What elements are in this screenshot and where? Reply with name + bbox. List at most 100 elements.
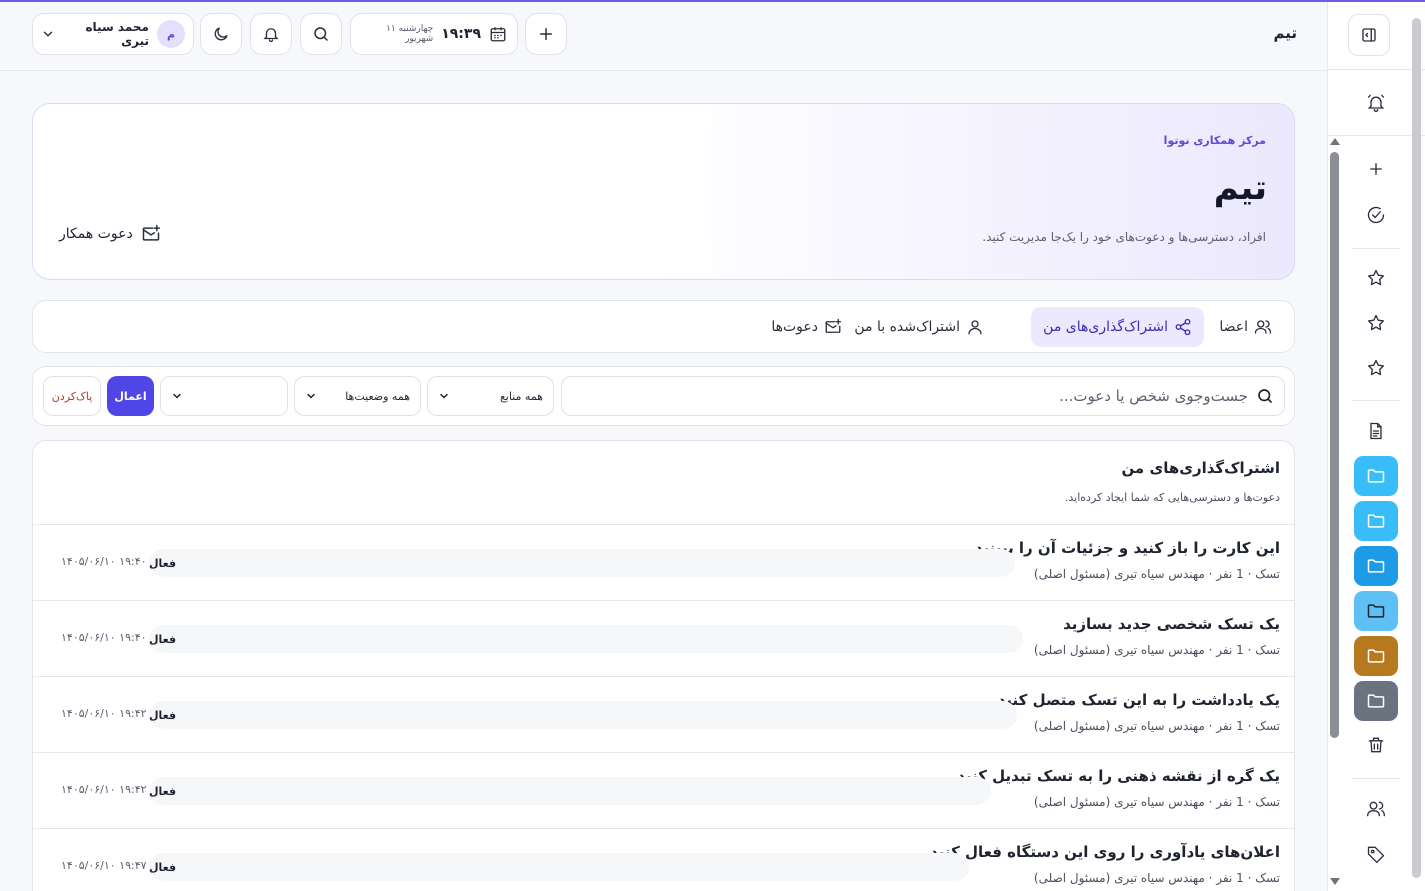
invite-colleague-label: دعوت همکار: [59, 226, 133, 242]
my-shares-list: اشتراک‌گذاری‌های من دعوت‌ها و دسترسی‌های…: [32, 440, 1295, 891]
folder-chip-1[interactable]: [1354, 456, 1398, 496]
top-header: تیم ۱۹:۳۹ چهارشنبه ۱۱ شهریور م محمد سیاه…: [0, 2, 1327, 71]
hero-eyebrow: مرکز همکاری نوتوا: [1163, 134, 1266, 147]
extra-select[interactable]: [160, 376, 288, 416]
share-row[interactable]: یک گره از نقشه ذهنی را به تسک تبدیل کنید…: [33, 753, 1294, 829]
user-menu-button[interactable]: م محمد سیاه تیری: [32, 13, 194, 55]
folder-chip-3[interactable]: [1354, 546, 1398, 586]
status-select[interactable]: همه وضعیت‌ها: [294, 376, 421, 416]
scroll-down-arrow[interactable]: [1330, 878, 1340, 885]
search-input[interactable]: [572, 387, 1248, 405]
bell-icon: [262, 25, 280, 43]
row-date: ۱۴۰۵/۰۶/۱۰ ۱۹:۴۲: [61, 707, 147, 720]
row-date: ۱۴۰۵/۰۶/۱۰ ۱۹:۴۰: [61, 555, 147, 568]
share-row[interactable]: این کارت را باز کنید و جزئیات آن را ببین…: [33, 525, 1294, 601]
status-badge: فعال: [149, 784, 177, 798]
row-status-bar: فعال: [149, 777, 991, 805]
status-badge: فعال: [149, 860, 177, 874]
add-button[interactable]: [525, 13, 567, 55]
share-row[interactable]: یک یادداشت را به این تسک متصل کنید تسک ·…: [33, 677, 1294, 753]
chevron-down-icon: [41, 27, 55, 41]
invite-colleague-button[interactable]: دعوت همکار: [59, 224, 161, 244]
alarm-bell-icon[interactable]: [1355, 82, 1397, 124]
mail-plus-icon: [141, 224, 161, 244]
folder-chip-6[interactable]: [1354, 681, 1398, 721]
tag-icon[interactable]: [1355, 833, 1397, 875]
tab-my-shares[interactable]: اشتراک‌گذاری‌های من: [1031, 307, 1204, 347]
status-badge: فعال: [149, 632, 177, 646]
row-title: این کارت را باز کنید و جزئیات آن را ببین…: [974, 539, 1280, 557]
theme-toggle-button[interactable]: [200, 13, 242, 55]
folder-icon: [1366, 511, 1386, 531]
tab-invitations-label: دعوت‌ها: [771, 319, 818, 335]
avatar: م: [157, 20, 185, 48]
list-subtitle: دعوت‌ها و دسترسی‌هایی که شما ایجاد کرده‌…: [1064, 491, 1280, 504]
list-title: اشتراک‌گذاری‌های من: [1121, 459, 1280, 477]
folder-chip-4[interactable]: [1354, 591, 1398, 631]
folder-chip-2[interactable]: [1354, 501, 1398, 541]
star-icon[interactable]: [1355, 257, 1397, 299]
filter-bar: همه منابع همه وضعیت‌ها اعمال پاک‌کردن: [32, 366, 1295, 426]
list-header: اشتراک‌گذاری‌های من دعوت‌ها و دسترسی‌های…: [33, 441, 1294, 525]
notifications-button[interactable]: [250, 13, 292, 55]
rail-add-icon[interactable]: [1355, 148, 1397, 190]
folder-icon: [1366, 466, 1386, 486]
tab-invitations[interactable]: دعوت‌ها: [759, 307, 854, 347]
rail-divider: [1352, 248, 1400, 249]
share-row[interactable]: یک تسک شخصی جدید بسازید تسک · 1 نفر · مه…: [33, 601, 1294, 677]
trash-icon[interactable]: [1355, 724, 1397, 766]
tab-my-shares-label: اشتراک‌گذاری‌های من: [1043, 319, 1168, 335]
row-meta: تسک · 1 نفر · مهندس سیاه تیری (مسئول اصل…: [1033, 567, 1280, 581]
source-select[interactable]: همه منابع: [427, 376, 554, 416]
calendar-icon: [489, 25, 507, 43]
users-icon[interactable]: [1355, 788, 1397, 830]
check-circle-icon[interactable]: [1355, 194, 1397, 236]
rail-scrollbar[interactable]: [1330, 152, 1339, 738]
team-tabs: اعضا اشتراک‌گذاری‌های من اشتراک‌شده با م…: [32, 300, 1295, 353]
tab-shared-with-me[interactable]: اشتراک‌شده با من: [842, 307, 996, 347]
search-icon: [312, 25, 330, 43]
star-icon[interactable]: [1355, 302, 1397, 344]
document-icon[interactable]: [1355, 410, 1397, 452]
scroll-up-arrow[interactable]: [1330, 138, 1340, 145]
user-name: محمد سیاه تیری: [85, 20, 149, 48]
clock-time: ۱۹:۳۹: [441, 26, 481, 42]
folder-icon: [1366, 556, 1386, 576]
row-status-bar: فعال: [149, 853, 969, 881]
row-meta: تسک · 1 نفر · مهندس سیاه تیری (مسئول اصل…: [1033, 643, 1280, 657]
folder-chip-5[interactable]: [1354, 636, 1398, 676]
row-date: ۱۴۰۵/۰۶/۱۰ ۱۹:۴۲: [61, 783, 147, 796]
rail-divider: [1352, 400, 1400, 401]
chevron-down-icon: [305, 390, 317, 402]
chevron-down-icon: [171, 390, 183, 402]
chevron-down-icon: [438, 390, 450, 402]
collapse-sidebar-button[interactable]: [1348, 14, 1390, 56]
tab-members-label: اعضا: [1219, 319, 1248, 335]
row-meta: تسک · 1 نفر · مهندس سیاه تیری (مسئول اصل…: [1033, 719, 1280, 733]
row-meta: تسک · 1 نفر · مهندس سیاه تیری (مسئول اصل…: [1033, 871, 1280, 885]
users-icon: [1254, 318, 1272, 336]
rail-top: [1328, 2, 1425, 70]
share-icon: [1174, 318, 1192, 336]
mail-plus-icon: [824, 318, 842, 336]
star-icon[interactable]: [1355, 347, 1397, 389]
clear-button[interactable]: پاک‌کردن: [43, 376, 101, 416]
status-select-value: همه وضعیت‌ها: [345, 389, 410, 403]
clock-widget[interactable]: ۱۹:۳۹ چهارشنبه ۱۱ شهریور: [350, 13, 518, 55]
folder-icon: [1366, 691, 1386, 711]
page-scrollbar[interactable]: [1412, 18, 1421, 878]
apply-button[interactable]: اعمال: [107, 376, 154, 416]
hero-description: افراد، دسترسی‌ها و دعوت‌های خود را یک‌جا…: [982, 230, 1266, 244]
search-button[interactable]: [300, 13, 342, 55]
sidebar-toggle-icon: [1360, 26, 1378, 44]
user-icon: [966, 318, 984, 336]
share-row[interactable]: اعلان‌های یادآوری را روی این دستگاه فعال…: [33, 829, 1294, 891]
status-badge: فعال: [149, 708, 177, 722]
plus-icon: [537, 25, 555, 43]
folder-icon: [1366, 601, 1386, 621]
search-box[interactable]: [561, 376, 1285, 416]
row-title: اعلان‌های یادآوری را روی این دستگاه فعال…: [930, 843, 1280, 861]
rail-alarm-zone: [1328, 70, 1425, 136]
tab-members[interactable]: اعضا: [1207, 307, 1284, 347]
page-name: تیم: [1273, 24, 1297, 42]
